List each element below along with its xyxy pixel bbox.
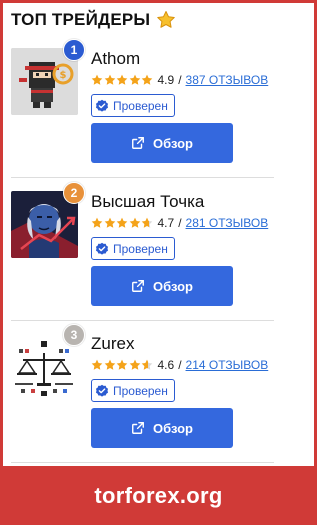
- verified-badge: Проверен: [91, 237, 175, 260]
- rating-star-icon: [91, 217, 103, 228]
- reviews-link[interactable]: 387 ОТЗЫВОВ: [186, 73, 269, 87]
- rank-badge: 1: [63, 39, 85, 61]
- rating-stars: [91, 74, 154, 86]
- rating-star-icon: [104, 217, 115, 228]
- trader-name: Athom: [91, 49, 141, 68]
- trader-name: Zurex: [91, 334, 135, 353]
- review-button[interactable]: Обзор: [91, 408, 233, 448]
- svg-text:$: $: [60, 70, 67, 81]
- rating-separator: /: [178, 216, 182, 230]
- rank-badge: 3: [63, 324, 85, 346]
- widget-title: ТОП ТРЕЙДЕРЫ: [11, 10, 151, 29]
- rating-star-icon: [91, 74, 103, 85]
- rating-stars: [91, 359, 154, 371]
- rating-separator: /: [178, 73, 182, 87]
- rating-score: 4.9: [157, 73, 175, 87]
- verified-check-icon: [95, 384, 109, 397]
- verified-label: Проверен: [113, 383, 168, 398]
- rating-row: 4.9 / 387 ОТЗЫВОВ: [91, 72, 268, 88]
- rating-score: 4.7: [157, 216, 175, 230]
- external-link-icon: [132, 422, 144, 434]
- rating-star-icon: [116, 359, 128, 370]
- card-divider: [11, 177, 274, 178]
- rating-star-icon: [129, 74, 140, 85]
- widget-frame: ТОП ТРЕЙДЕРЫ $ 1 Athom 4.9 / 387 ОТЗЫВОВ…: [0, 0, 317, 525]
- review-button-label: Обзор: [153, 278, 193, 294]
- trader-card: 3 Zurex 4.6 / 214 ОТЗЫВОВ Проверен Обзор: [11, 324, 274, 475]
- rank-badge: 2: [63, 182, 85, 204]
- rating-separator: /: [178, 358, 182, 372]
- external-link-icon: [132, 280, 144, 292]
- rating-star-icon: [129, 359, 140, 370]
- star-icon: [157, 11, 175, 28]
- card-divider: [11, 462, 274, 463]
- widget-header: ТОП ТРЕЙДЕРЫ: [11, 9, 176, 31]
- trader-card: $ 1 Athom 4.9 / 387 ОТЗЫВОВ Проверен Обз…: [11, 39, 274, 190]
- rating-star-icon: [104, 74, 115, 85]
- trader-name: Высшая Точка: [91, 192, 205, 211]
- rating-star-icon: [104, 359, 115, 370]
- verified-badge: Проверен: [91, 379, 175, 402]
- verified-label: Проверен: [113, 241, 168, 256]
- rating-star-icon: [129, 217, 140, 228]
- site-domain[interactable]: torforex.org: [94, 483, 222, 509]
- verified-check-icon: [95, 99, 109, 112]
- trader-card: 2 Высшая Точка 4.7 / 281 ОТЗЫВОВ Провере…: [11, 182, 274, 333]
- verified-label: Проверен: [113, 98, 168, 113]
- rating-star-icon: [91, 359, 103, 370]
- rating-star-icon: [141, 217, 153, 228]
- reviews-link[interactable]: 214 ОТЗЫВОВ: [186, 358, 269, 372]
- rating-stars: [91, 217, 154, 229]
- card-divider: [11, 320, 274, 321]
- review-button[interactable]: Обзор: [91, 123, 233, 163]
- rating-star-icon: [116, 74, 128, 85]
- review-button-label: Обзор: [153, 420, 193, 436]
- reviews-link[interactable]: 281 ОТЗЫВОВ: [186, 216, 269, 230]
- verified-check-icon: [95, 242, 109, 255]
- rating-score: 4.6: [157, 358, 175, 372]
- external-link-icon: [132, 137, 144, 149]
- site-footer: torforex.org: [0, 466, 317, 525]
- review-button[interactable]: Обзор: [91, 266, 233, 306]
- rating-star-icon: [141, 74, 153, 85]
- rating-star-icon: [116, 217, 128, 228]
- rating-star-icon: [141, 359, 153, 370]
- rating-row: 4.6 / 214 ОТЗЫВОВ: [91, 357, 268, 373]
- review-button-label: Обзор: [153, 135, 193, 151]
- rating-row: 4.7 / 281 ОТЗЫВОВ: [91, 215, 268, 231]
- verified-badge: Проверен: [91, 94, 175, 117]
